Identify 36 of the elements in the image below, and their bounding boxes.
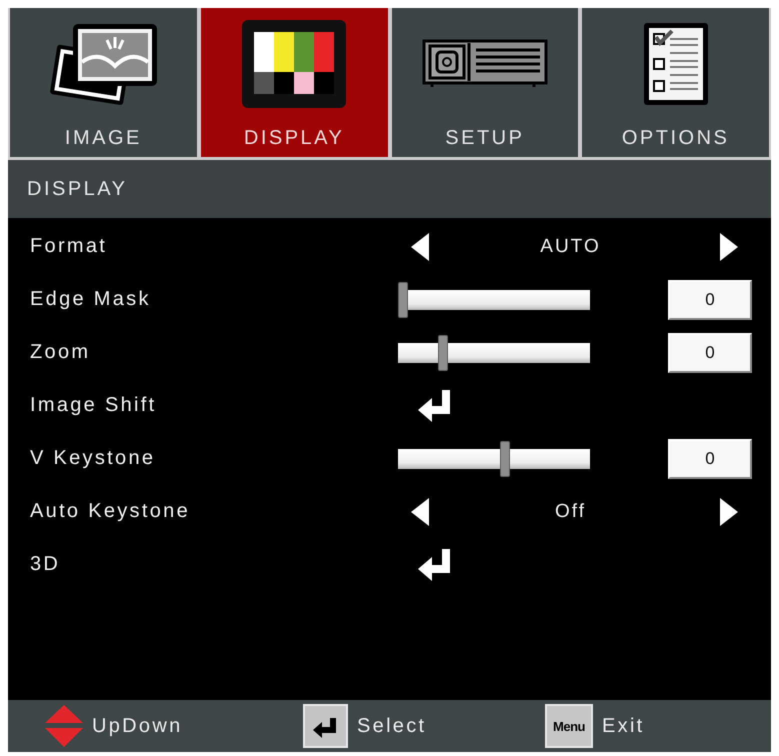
tab[interactable]: OPTIONS: [582, 8, 769, 157]
setting-label: Zoom: [30, 341, 90, 364]
hint-label: UpDown: [92, 714, 182, 738]
enter-icon[interactable]: [418, 390, 452, 422]
setting-value: Off: [554, 500, 587, 522]
setting-value: AUTO: [539, 236, 602, 258]
hint-label: Select: [357, 714, 426, 738]
tab[interactable]: IMAGE: [10, 8, 197, 157]
right-arrow-icon[interactable]: [720, 498, 738, 526]
setting-label: Image Shift: [30, 394, 156, 417]
color-bars-monitor-icon: [242, 20, 346, 108]
setting-label: Auto Keystone: [30, 500, 190, 523]
setting-label: V Keystone: [30, 447, 156, 470]
setting-label: Edge Mask: [30, 288, 151, 311]
slider-thumb[interactable]: [398, 282, 408, 318]
hint-label: Exit: [602, 714, 645, 738]
left-arrow-icon[interactable]: [411, 498, 429, 526]
slider-thumb[interactable]: [438, 334, 448, 370]
value-field: 0: [668, 280, 752, 320]
projector-icon: [422, 39, 548, 89]
value-field: 0: [668, 332, 752, 372]
up-down-arrows-icon: [45, 705, 83, 747]
tab[interactable]: SETUP: [392, 8, 578, 157]
enter-icon[interactable]: [418, 548, 452, 580]
setting-label: Format: [30, 235, 108, 258]
left-arrow-icon[interactable]: [411, 232, 429, 260]
slider-thumb[interactable]: [500, 440, 510, 476]
setting-label: 3D: [30, 553, 60, 576]
right-arrow-icon[interactable]: [720, 232, 738, 260]
checklist-icon: [644, 23, 708, 105]
menu-key: Menu: [545, 704, 593, 748]
enter-key-icon: [303, 704, 348, 748]
value-field: 0: [668, 438, 752, 478]
tab[interactable]: DISPLAY: [200, 8, 388, 157]
photo-stack-icon: [47, 22, 160, 106]
section-title: DISPLAY: [27, 178, 128, 200]
